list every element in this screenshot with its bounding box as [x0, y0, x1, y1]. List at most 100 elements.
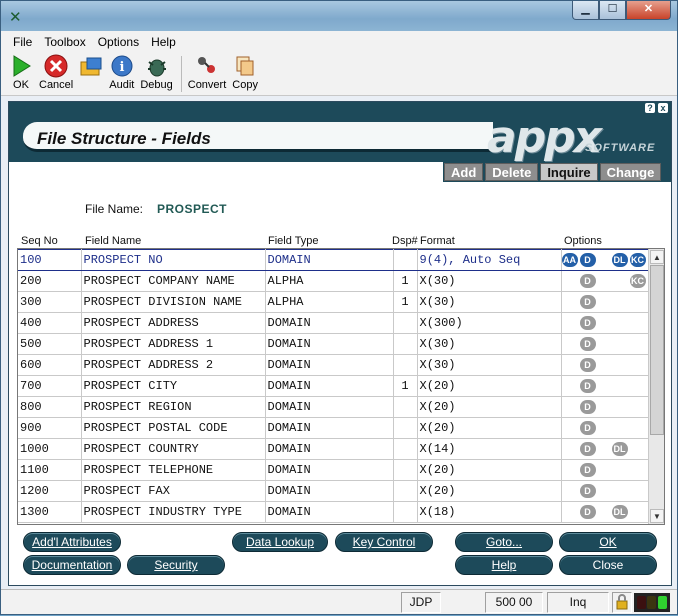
option-badge[interactable]: D — [579, 295, 596, 309]
row-seq-cell[interactable]: 300 — [18, 291, 82, 313]
row-format-cell[interactable]: X(30) — [417, 270, 562, 292]
row-name-cell[interactable]: PROSPECT INDUSTRY TYPE — [81, 501, 266, 523]
scroll-thumb[interactable] — [650, 265, 664, 435]
toolbar-ok-button[interactable]: OK — [7, 52, 35, 91]
row-dsp-cell[interactable] — [393, 312, 418, 334]
row-dsp-cell[interactable] — [393, 459, 418, 481]
option-badge[interactable]: D — [579, 358, 596, 372]
table-row[interactable]: 400 PROSPECT ADDRESS DOMAIN X(300) D — [18, 312, 649, 334]
table-row[interactable]: 300 PROSPECT DIVISION NAME ALPHA 1 X(30) D — [18, 291, 649, 313]
row-name-cell[interactable]: PROSPECT DIVISION NAME — [81, 291, 266, 313]
table-row[interactable]: 100 PROSPECT NO DOMAIN 9(4), Auto Seq AA D DL K… — [18, 249, 649, 271]
row-type-cell[interactable]: DOMAIN — [265, 459, 394, 481]
mode-delete-button[interactable]: Delete — [485, 163, 539, 181]
data-lookup-button[interactable]: Data Lookup — [232, 532, 328, 552]
scroll-down-arrow[interactable]: ▼ — [650, 509, 664, 523]
option-badge[interactable]: D — [579, 421, 596, 435]
row-seq-cell[interactable]: 700 — [18, 375, 82, 397]
row-name-cell[interactable]: PROSPECT CITY — [81, 375, 266, 397]
row-type-cell[interactable]: DOMAIN — [265, 396, 394, 418]
row-name-cell[interactable]: PROSPECT ADDRESS — [81, 312, 266, 334]
row-format-cell[interactable]: 9(4), Auto Seq — [417, 249, 562, 271]
row-dsp-cell[interactable] — [393, 501, 418, 523]
option-badge[interactable]: D — [579, 442, 596, 456]
key-control-button[interactable]: Key Control — [335, 532, 433, 552]
row-dsp-cell[interactable]: 1 — [393, 270, 418, 292]
row-seq-cell[interactable]: 200 — [18, 270, 82, 292]
option-badge[interactable]: D — [579, 463, 596, 477]
toolbar-cancel-button[interactable]: Cancel — [37, 52, 75, 91]
ok-button[interactable]: OK — [559, 532, 657, 552]
row-name-cell[interactable]: PROSPECT FAX — [81, 480, 266, 502]
option-badge[interactable]: KC — [629, 274, 646, 288]
row-seq-cell[interactable]: 800 — [18, 396, 82, 418]
row-seq-cell[interactable]: 400 — [18, 312, 82, 334]
option-badge[interactable]: D — [579, 253, 596, 267]
help-question-icon[interactable]: ? — [645, 103, 655, 113]
row-dsp-cell[interactable] — [393, 438, 418, 460]
row-type-cell[interactable]: DOMAIN — [265, 354, 394, 376]
row-type-cell[interactable]: DOMAIN — [265, 438, 394, 460]
option-badge[interactable]: D — [579, 400, 596, 414]
addl-attributes-button[interactable]: Add'l Attributes — [23, 532, 121, 552]
table-row[interactable]: 700 PROSPECT CITY DOMAIN 1 X(20) D — [18, 375, 649, 397]
row-type-cell[interactable]: DOMAIN — [265, 501, 394, 523]
row-format-cell[interactable]: X(30) — [417, 333, 562, 355]
table-row[interactable]: 1200 PROSPECT FAX DOMAIN X(20) D — [18, 480, 649, 502]
row-name-cell[interactable]: PROSPECT TELEPHONE — [81, 459, 266, 481]
table-row[interactable]: 600 PROSPECT ADDRESS 2 DOMAIN X(30) D — [18, 354, 649, 376]
row-dsp-cell[interactable] — [393, 396, 418, 418]
row-dsp-cell[interactable] — [393, 417, 418, 439]
screen-close-icon[interactable]: x — [658, 103, 668, 113]
help-button[interactable]: Help — [455, 555, 553, 575]
option-badge[interactable]: D — [579, 316, 596, 330]
table-row[interactable]: 200 PROSPECT COMPANY NAME ALPHA 1 X(30) D KC — [18, 270, 649, 292]
option-badge[interactable]: DL — [611, 253, 628, 267]
option-badge[interactable]: DL — [611, 442, 628, 456]
option-badge[interactable]: D — [579, 274, 596, 288]
table-row[interactable]: 1000 PROSPECT COUNTRY DOMAIN X(14) D DL — [18, 438, 649, 460]
table-row[interactable]: 500 PROSPECT ADDRESS 1 DOMAIN X(30) D — [18, 333, 649, 355]
row-type-cell[interactable]: DOMAIN — [265, 417, 394, 439]
option-badge[interactable]: D — [579, 337, 596, 351]
row-format-cell[interactable]: X(18) — [417, 501, 562, 523]
documentation-button[interactable]: Documentation — [23, 555, 121, 575]
row-seq-cell[interactable]: 1100 — [18, 459, 82, 481]
row-seq-cell[interactable]: 1200 — [18, 480, 82, 502]
row-dsp-cell[interactable] — [393, 249, 418, 271]
row-format-cell[interactable]: X(20) — [417, 459, 562, 481]
row-name-cell[interactable]: PROSPECT POSTAL CODE — [81, 417, 266, 439]
table-row[interactable]: 1100 PROSPECT TELEPHONE DOMAIN X(20) D — [18, 459, 649, 481]
row-format-cell[interactable]: X(20) — [417, 396, 562, 418]
row-name-cell[interactable]: PROSPECT NO — [81, 249, 266, 271]
row-dsp-cell[interactable] — [393, 480, 418, 502]
toolbar-audit-button[interactable]: i Audit — [107, 52, 136, 91]
option-badge[interactable]: DL — [611, 505, 628, 519]
menu-toolbox[interactable]: Toolbox — [44, 35, 85, 49]
row-type-cell[interactable]: ALPHA — [265, 270, 394, 292]
row-type-cell[interactable]: DOMAIN — [265, 333, 394, 355]
title-bar[interactable]: ✕ ▁ ☐ ✕ — [1, 1, 677, 31]
row-seq-cell[interactable]: 1000 — [18, 438, 82, 460]
option-badge[interactable]: KC — [629, 253, 646, 267]
maximize-button[interactable]: ☐ — [599, 1, 626, 20]
option-badge[interactable]: D — [579, 505, 596, 519]
row-format-cell[interactable]: X(300) — [417, 312, 562, 334]
minimize-button[interactable]: ▁ — [572, 1, 599, 20]
close-window-button[interactable]: ✕ — [626, 1, 671, 20]
row-type-cell[interactable]: DOMAIN — [265, 312, 394, 334]
row-name-cell[interactable]: PROSPECT COUNTRY — [81, 438, 266, 460]
menu-file[interactable]: File — [13, 35, 32, 49]
mode-change-button[interactable]: Change — [599, 163, 662, 181]
table-row[interactable]: 1300 PROSPECT INDUSTRY TYPE DOMAIN X(18) D DL — [18, 501, 649, 523]
close-button[interactable]: Close — [559, 555, 657, 575]
row-dsp-cell[interactable] — [393, 333, 418, 355]
menu-help[interactable]: Help — [151, 35, 176, 49]
row-format-cell[interactable]: X(14) — [417, 438, 562, 460]
mode-inquire-button[interactable]: Inquire — [540, 163, 598, 181]
row-dsp-cell[interactable]: 1 — [393, 375, 418, 397]
row-name-cell[interactable]: PROSPECT REGION — [81, 396, 266, 418]
row-dsp-cell[interactable]: 1 — [393, 291, 418, 313]
row-name-cell[interactable]: PROSPECT ADDRESS 1 — [81, 333, 266, 355]
toolbar-convert-button[interactable]: Convert — [186, 52, 229, 91]
